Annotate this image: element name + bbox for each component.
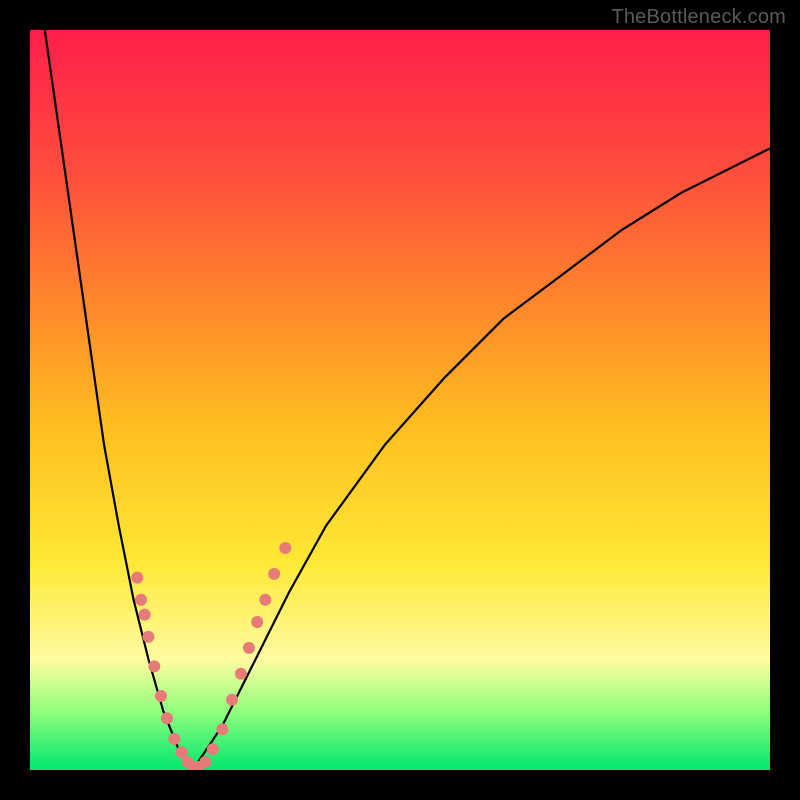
highlight-dot: [161, 712, 173, 724]
chart-frame: TheBottleneck.com: [0, 0, 800, 800]
highlight-dot: [279, 542, 291, 554]
highlight-dot: [216, 723, 228, 735]
highlight-dot: [148, 660, 160, 672]
highlight-dots: [131, 542, 291, 770]
highlight-dot: [168, 733, 180, 745]
highlight-dot: [259, 594, 271, 606]
highlight-dot: [268, 568, 280, 580]
highlight-dot: [155, 690, 167, 702]
curve-svg: [30, 30, 770, 770]
highlight-dot: [199, 756, 211, 768]
curve-left-branch: [45, 30, 193, 770]
highlight-dot: [235, 668, 247, 680]
watermark-text: TheBottleneck.com: [611, 6, 786, 29]
highlight-dot: [131, 572, 143, 584]
bottleneck-curve: [45, 30, 770, 770]
highlight-dot: [135, 594, 147, 606]
highlight-dot: [243, 642, 255, 654]
highlight-dot: [251, 616, 263, 628]
highlight-dot: [139, 609, 151, 621]
highlight-dot: [207, 743, 219, 755]
highlight-dot: [142, 631, 154, 643]
plot-area: [30, 30, 770, 770]
curve-right-branch: [193, 148, 770, 770]
highlight-dot: [226, 694, 238, 706]
